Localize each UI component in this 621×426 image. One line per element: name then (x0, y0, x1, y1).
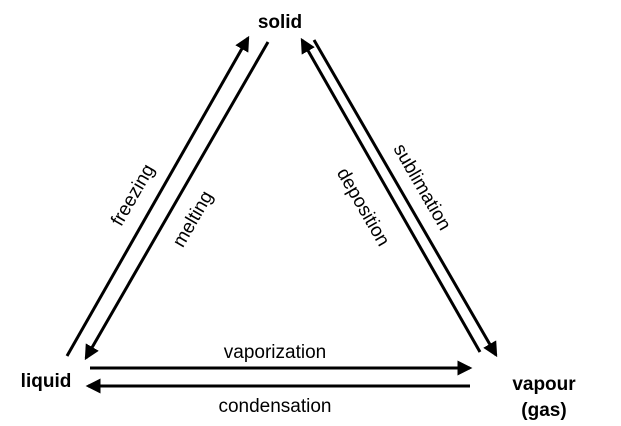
node-solid: solid (258, 12, 302, 33)
label-condensation: condensation (218, 396, 331, 417)
arrow-deposition (300, 37, 482, 353)
node-vapour-gas: (gas) (521, 400, 566, 421)
phase-change-diagram: solid liquid vapour (gas) freezing melti… (21, 12, 577, 421)
label-freezing: freezing (107, 161, 159, 230)
arrow-sublimation (312, 39, 498, 358)
node-liquid: liquid (21, 371, 72, 392)
node-vapour: vapour (512, 374, 576, 395)
arrow-freezing (65, 35, 250, 357)
label-vaporization: vaporization (224, 342, 326, 363)
label-melting: melting (169, 187, 218, 251)
label-deposition: deposition (332, 164, 393, 250)
arrow-melting (84, 41, 270, 361)
